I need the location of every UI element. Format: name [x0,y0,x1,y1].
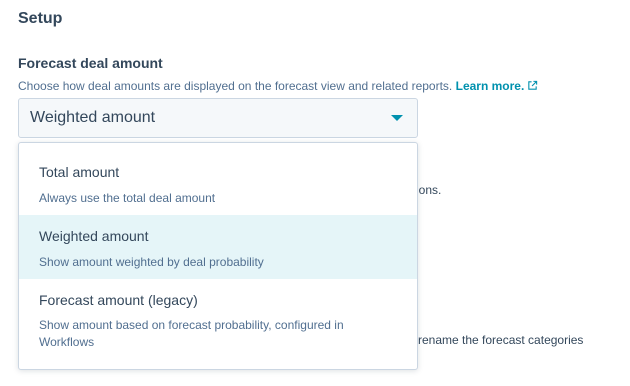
external-link-icon [528,80,538,90]
select-value: Weighted amount [30,109,156,126]
learn-more-link[interactable]: Learn more. [456,79,539,93]
option-description: Show amount based on forecast probabilit… [39,318,344,349]
setup-page: Setup Forecast deal amount Choose how de… [0,0,630,386]
field-help-text: Choose how deal amounts are displayed on… [18,79,538,93]
option-weighted-amount[interactable]: Weighted amount Show amount weighted by … [19,215,417,279]
learn-more-label: Learn more. [455,79,525,93]
background-text-fragment: or rename the forecast categories [404,333,584,347]
option-forecast-amount-legacy[interactable]: Forecast amount (legacy) Show amount bas… [19,279,417,369]
help-text: Choose how deal amounts are displayed on… [18,79,453,93]
option-label: Forecast amount (legacy) [39,292,198,308]
caret-down-icon [391,115,403,121]
option-description: Always use the total deal amount [39,191,216,205]
option-total-amount[interactable]: Total amount Always use the total deal a… [19,143,417,215]
section-title: Setup [18,10,63,27]
forecast-deal-amount-select[interactable]: Weighted amount [18,98,418,138]
option-label: Weighted amount [39,228,149,244]
option-label: Total amount [39,164,120,180]
option-description: Show amount weighted by deal probability [39,255,264,269]
forecast-amount-dropdown: Total amount Always use the total deal a… [18,142,418,370]
forecast-deal-amount-label: Forecast deal amount [18,55,163,71]
